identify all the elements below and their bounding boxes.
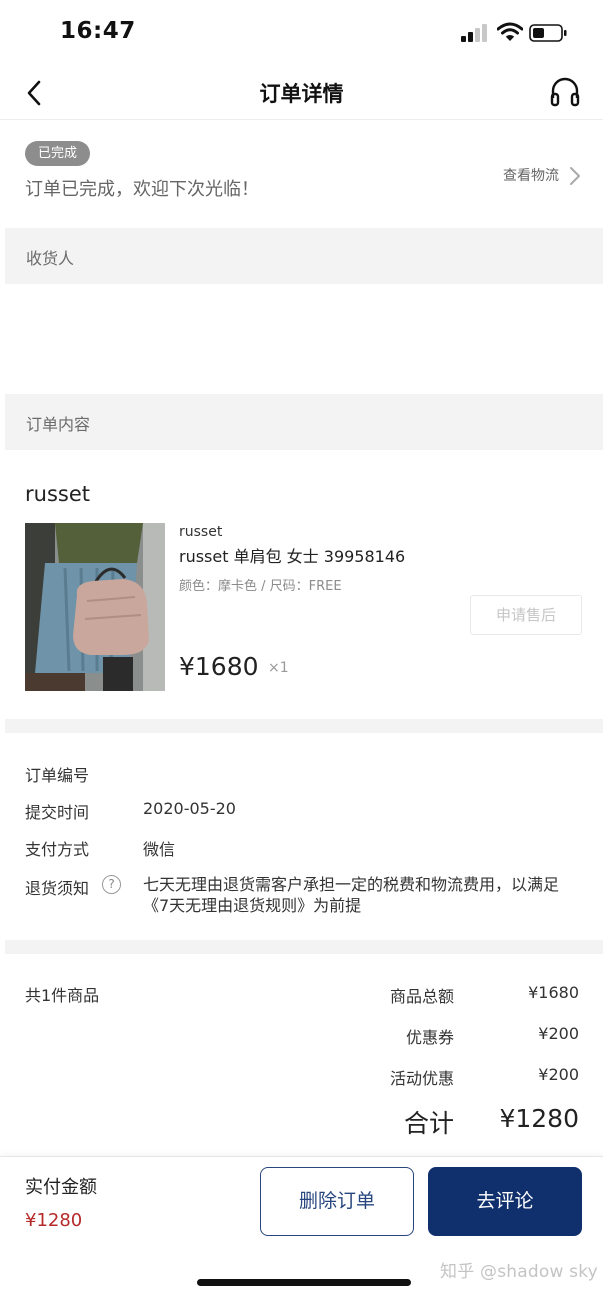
recipient-header: 收货人 bbox=[5, 228, 603, 284]
product-quantity: ×1 bbox=[268, 660, 289, 676]
product-title[interactable]: russet 单肩包 女士 39958146 bbox=[179, 543, 405, 567]
coupon-label: 优惠券 bbox=[405, 1028, 454, 1047]
section-divider bbox=[5, 940, 603, 954]
nav-bar: 订单详情 bbox=[0, 66, 603, 120]
goods-total-value: ¥1680 bbox=[528, 983, 579, 1002]
recipient-label: 收货人 bbox=[26, 249, 75, 268]
review-button[interactable]: 去评论 bbox=[428, 1167, 582, 1236]
item-count: 共1件商品 bbox=[25, 986, 100, 1005]
goods-total-label: 商品总额 bbox=[389, 987, 454, 1006]
headset-icon[interactable] bbox=[549, 76, 581, 108]
section-divider bbox=[5, 719, 603, 733]
status-bar: 16:47 bbox=[0, 0, 603, 66]
view-logistics-link[interactable]: 查看物流 bbox=[503, 165, 559, 185]
order-content-header: 订单内容 bbox=[5, 394, 603, 450]
coupon-value: ¥200 bbox=[538, 1024, 579, 1043]
home-indicator bbox=[197, 1279, 411, 1286]
signal-icon bbox=[461, 24, 489, 42]
battery-icon bbox=[529, 24, 567, 42]
return-policy-label: 退货须知 bbox=[25, 879, 90, 898]
promo-discount-value: ¥200 bbox=[538, 1065, 579, 1084]
submit-time-label: 提交时间 bbox=[25, 803, 90, 822]
wifi-icon bbox=[497, 22, 523, 41]
bottom-action-bar: 实付金额 ¥1280 删除订单 去评论 知乎 @shadow sky bbox=[0, 1156, 603, 1296]
submit-time-value: 2020-05-20 bbox=[143, 799, 236, 818]
total-value: ¥1280 bbox=[499, 1104, 579, 1133]
order-number-label: 订单编号 bbox=[25, 766, 90, 785]
status-message: 订单已完成，欢迎下次光临！ bbox=[25, 179, 259, 200]
help-icon[interactable]: ? bbox=[102, 875, 121, 894]
total-label: 合计 bbox=[403, 1109, 454, 1138]
apply-after-sale-button[interactable]: 申请售后 bbox=[470, 595, 582, 635]
return-policy-text: 七天无理由退货需客户承担一定的税费和物流费用，以满足《7天无理由退货规则》为前提 bbox=[143, 875, 560, 915]
payment-method-value: 微信 bbox=[143, 840, 176, 859]
chevron-right-icon[interactable] bbox=[568, 165, 582, 187]
store-name[interactable]: russet bbox=[25, 482, 90, 506]
paid-amount-value: ¥1280 bbox=[25, 1210, 83, 1231]
promo-discount-label: 活动优惠 bbox=[389, 1069, 454, 1088]
paid-amount-label: 实付金额 bbox=[25, 1177, 97, 1198]
watermark: 知乎 @shadow sky bbox=[440, 1262, 598, 1282]
product-spec: 颜色：摩卡色 / 尺码：FREE bbox=[179, 579, 342, 594]
product-price: ¥1680 bbox=[179, 652, 259, 681]
payment-method-label: 支付方式 bbox=[25, 840, 90, 859]
order-content-label: 订单内容 bbox=[26, 415, 91, 434]
product-image[interactable] bbox=[25, 523, 165, 691]
page-title: 订单详情 bbox=[259, 82, 344, 106]
status-badge: 已完成 bbox=[25, 141, 91, 166]
order-status-section: 已完成 订单已完成，欢迎下次光临！ 查看物流 bbox=[0, 121, 603, 228]
product-brand: russet bbox=[179, 524, 223, 540]
delete-order-button[interactable]: 删除订单 bbox=[260, 1167, 414, 1236]
status-time: 16:47 bbox=[60, 18, 136, 44]
